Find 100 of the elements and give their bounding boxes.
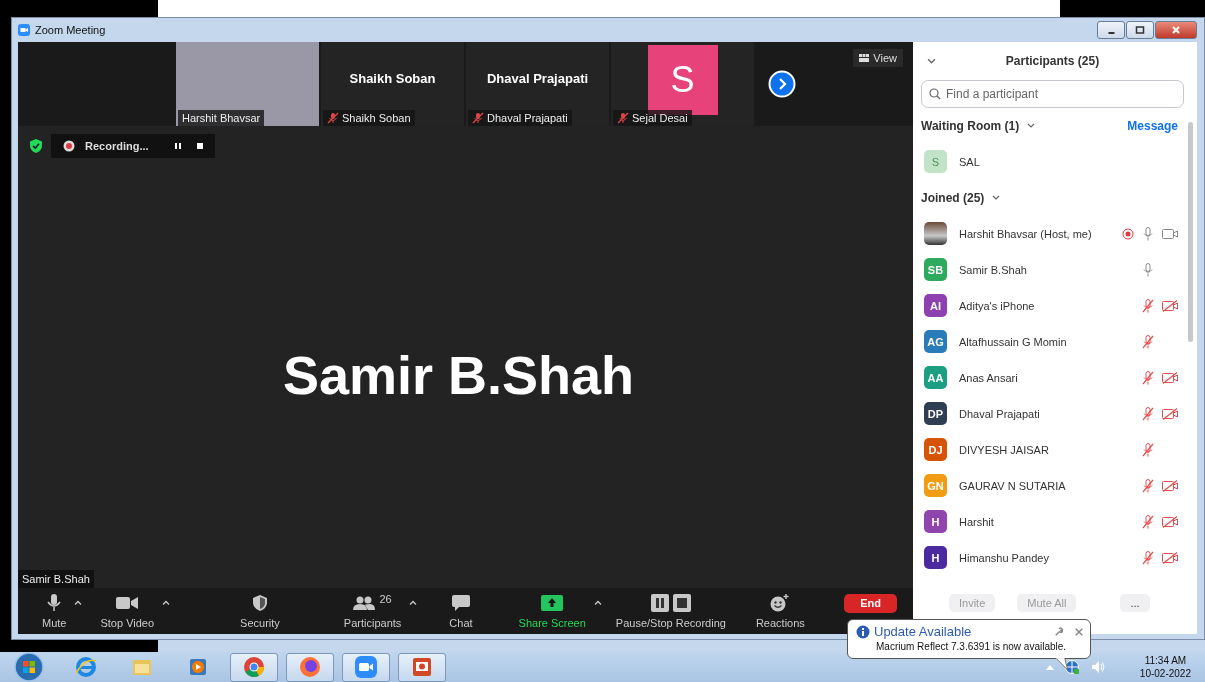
video-off-icon[interactable] xyxy=(1162,551,1178,564)
toolbar-button[interactable]: Pause/Stop Recording xyxy=(611,591,730,632)
muted-mic-icon[interactable] xyxy=(1142,478,1154,493)
speaker-name: Samir B.Shah xyxy=(281,343,636,406)
muted-mic-icon[interactable] xyxy=(1142,514,1154,529)
video-off-icon[interactable] xyxy=(1162,515,1178,528)
avatar: H xyxy=(924,546,947,570)
toolbar-button[interactable]: Security xyxy=(236,591,284,632)
notification-title: Update Available xyxy=(874,624,973,639)
notification-message: Macrium Reflect 7.3.6391 is now available. xyxy=(875,641,1068,652)
avatar: AA xyxy=(924,366,947,390)
participant-name[interactable]: GAURAV N SUTARIA xyxy=(959,479,1066,492)
avatar: AI xyxy=(924,294,947,318)
pause-stop-icon xyxy=(650,594,691,613)
name-tag: Sejal Desai xyxy=(613,109,692,126)
name-tag: Shaikh Soban xyxy=(323,109,415,126)
toolbar-button[interactable]: 26 Participants xyxy=(339,591,406,632)
chevron-down-icon[interactable] xyxy=(992,195,1001,201)
video-camera-icon xyxy=(354,655,378,679)
clock-date: 10-02-2022 xyxy=(1139,667,1191,680)
stop-icon[interactable] xyxy=(195,141,204,150)
shield-icon xyxy=(252,595,267,612)
muted-mic-icon[interactable] xyxy=(1142,550,1154,565)
toolbar-button[interactable]: Chat xyxy=(445,591,477,632)
participant-name[interactable]: Dhaval Prajapati xyxy=(959,407,1040,420)
chevron-down-icon[interactable] xyxy=(1027,123,1036,129)
info-icon xyxy=(856,624,870,639)
close-button[interactable] xyxy=(1155,20,1197,39)
browser-e-icon xyxy=(74,655,98,679)
chrome-icon xyxy=(242,655,266,679)
taskbar-button[interactable] xyxy=(230,652,278,682)
avatar: S xyxy=(924,150,947,174)
grid-icon xyxy=(859,53,870,62)
record-icon xyxy=(63,139,75,152)
window-title: Zoom Meeting xyxy=(35,23,106,36)
microphone-icon[interactable] xyxy=(1142,262,1154,277)
muted-mic-icon[interactable] xyxy=(1142,298,1154,313)
taskbar-button[interactable] xyxy=(286,652,334,682)
search-field[interactable]: Find a participant xyxy=(921,79,1184,108)
participant-name[interactable]: Anas Ansari xyxy=(959,371,1018,384)
participant-name[interactable]: Harshit xyxy=(959,515,994,528)
camera-icon xyxy=(18,23,30,36)
caret-icon[interactable] xyxy=(74,600,83,606)
wrench-icon[interactable] xyxy=(1054,626,1064,637)
participant-name[interactable]: Himanshu Pandey xyxy=(959,551,1049,564)
muted-mic-icon[interactable] xyxy=(1142,442,1154,457)
muted-mic-icon[interactable] xyxy=(1142,334,1154,349)
caret-icon[interactable] xyxy=(162,600,171,606)
video-off-icon[interactable] xyxy=(1162,407,1178,420)
participant-name[interactable]: DIVYESH JAISAR xyxy=(959,443,1049,456)
close-icon[interactable] xyxy=(1074,626,1084,637)
panel-button[interactable]: ... xyxy=(1120,594,1150,613)
end-button[interactable]: End xyxy=(844,594,897,614)
pause-icon[interactable] xyxy=(173,141,182,150)
caret-icon[interactable] xyxy=(409,600,418,606)
muted-mic-icon[interactable] xyxy=(1142,406,1154,421)
participant-name: Shaikh Soban xyxy=(349,71,436,87)
avatar: H xyxy=(924,510,947,534)
shield-icon xyxy=(30,138,42,153)
start-button[interactable] xyxy=(14,652,44,682)
video-camera-icon xyxy=(116,596,139,611)
toolbar-button[interactable]: Reactions xyxy=(751,591,809,632)
participant-name[interactable]: Aditya's iPhone xyxy=(959,299,1035,312)
participant-name[interactable]: Altafhussain G Momin xyxy=(959,335,1067,348)
taskbar-button[interactable] xyxy=(342,652,390,682)
avatar: DP xyxy=(924,402,947,426)
video-off-icon[interactable] xyxy=(1162,371,1178,384)
toolbar-button[interactable]: Mute xyxy=(38,591,71,632)
toolbar-button[interactable]: Stop Video xyxy=(96,591,159,632)
avatar: GN xyxy=(924,474,947,498)
scrollbar-thumb[interactable] xyxy=(1188,121,1193,342)
chevron-down-icon[interactable] xyxy=(927,57,936,64)
chat-bubble-icon xyxy=(451,595,470,612)
minimize-button[interactable] xyxy=(1097,20,1125,39)
caret-icon[interactable] xyxy=(593,600,602,606)
message-link[interactable]: Message xyxy=(1127,118,1178,133)
maximize-button[interactable] xyxy=(1126,20,1154,39)
name-tag: Samir B.Shah xyxy=(18,570,94,589)
participant-name[interactable]: Samir B.Shah xyxy=(959,263,1027,276)
participant-name[interactable]: SAL xyxy=(959,155,980,168)
close-icon xyxy=(1171,24,1181,35)
avatar: AG xyxy=(924,330,947,354)
recording-indicator: Recording... xyxy=(51,133,215,158)
search-icon xyxy=(929,87,941,100)
presentation-icon xyxy=(410,655,434,679)
video-off-icon[interactable] xyxy=(1162,299,1178,312)
view-button[interactable]: View xyxy=(853,48,903,67)
taskbar-button[interactable] xyxy=(398,652,446,682)
minimize-icon xyxy=(1107,31,1115,34)
video-off-icon[interactable] xyxy=(1162,479,1178,492)
avatar: S xyxy=(647,44,718,115)
section-title: Waiting Room (1) xyxy=(921,118,1020,133)
fox-globe-icon xyxy=(298,655,322,679)
microphone-icon xyxy=(46,594,63,613)
toolbar-button[interactable]: Share Screen xyxy=(514,591,590,632)
video-camera-icon[interactable] xyxy=(1162,227,1178,240)
microphone-icon[interactable] xyxy=(1142,226,1154,241)
clock-time: 11:34 AM xyxy=(1144,654,1187,667)
participant-name[interactable]: Harshit Bhavsar (Host, me) xyxy=(959,227,1092,240)
muted-mic-icon[interactable] xyxy=(1142,370,1154,385)
